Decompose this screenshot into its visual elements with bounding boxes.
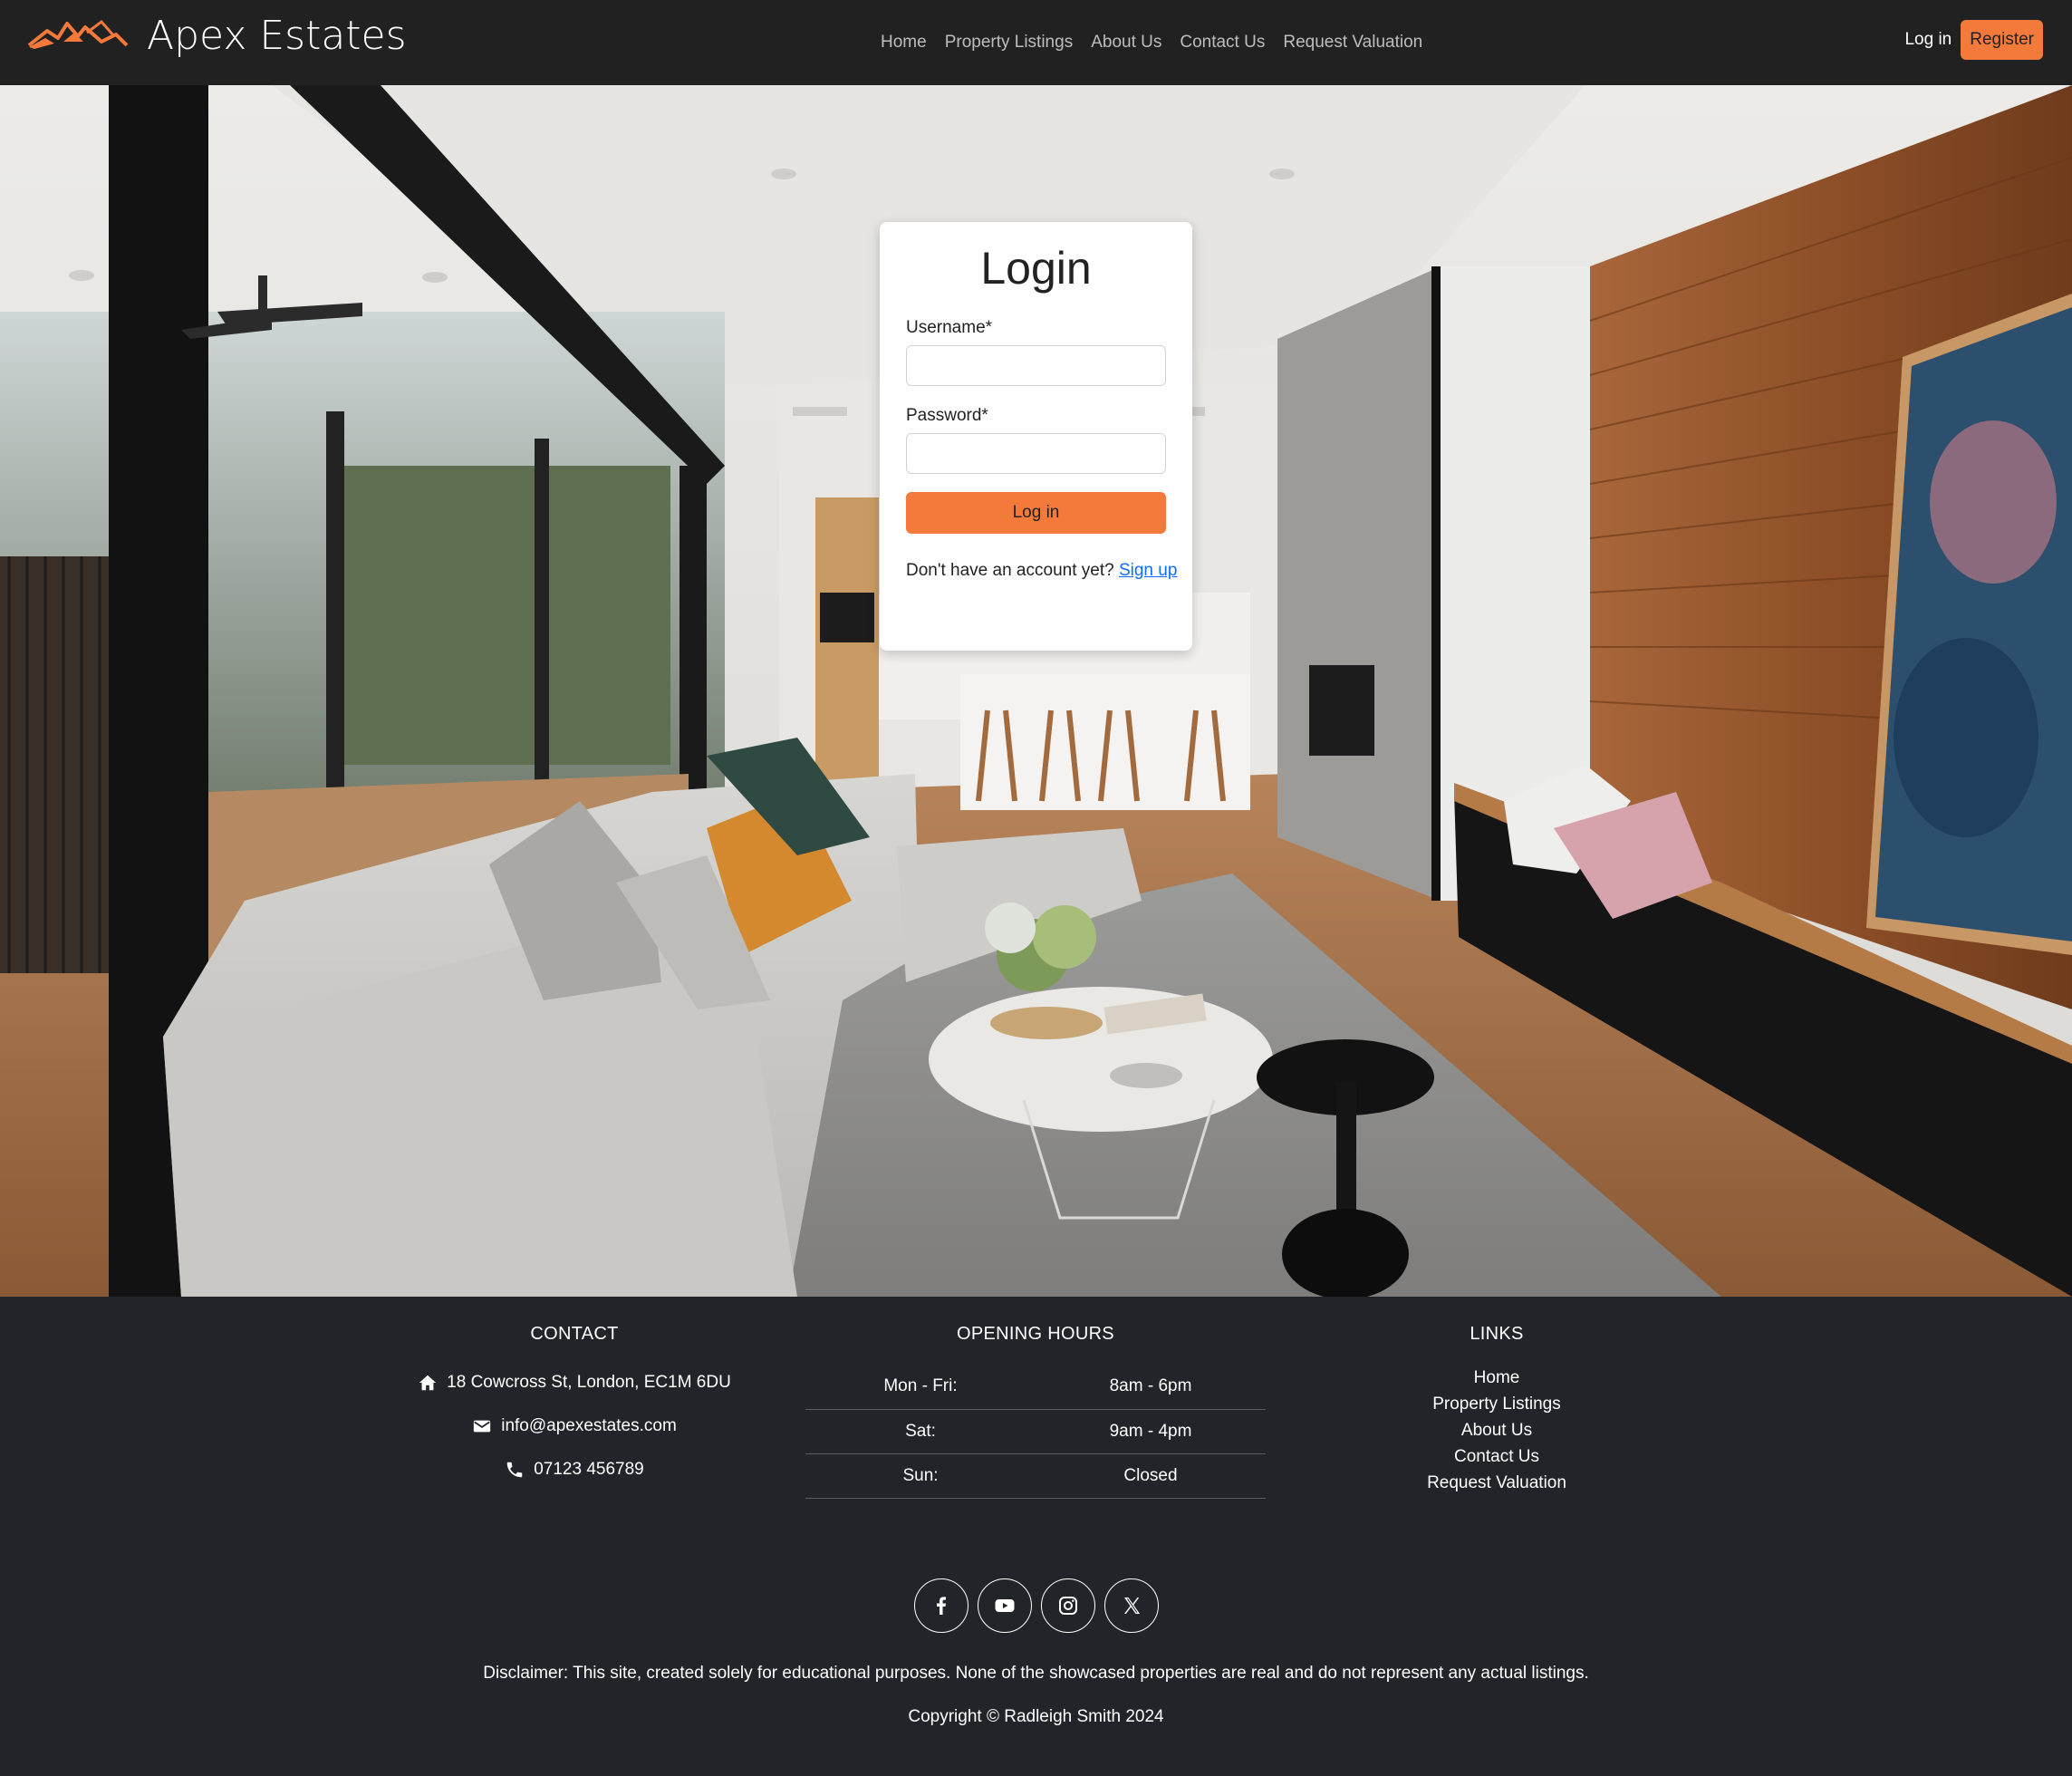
navbar: Apex Estates Home Property Listings Abou…	[0, 0, 2072, 85]
hours-day: Sat:	[805, 1409, 1036, 1454]
contact-address-text: 18 Cowcross St, London, EC1M 6DU	[447, 1373, 731, 1392]
nav-login-link[interactable]: Log in	[1904, 30, 1952, 50]
nav-about-us[interactable]: About Us	[1091, 33, 1161, 53]
nav-request-valuation[interactable]: Request Valuation	[1283, 33, 1422, 53]
password-input[interactable]	[906, 433, 1166, 474]
table-row: Sat: 9am - 4pm	[805, 1409, 1266, 1454]
x-twitter-button[interactable]	[1104, 1578, 1159, 1633]
copyright-text: Copyright © Radleigh Smith 2024	[908, 1707, 1164, 1726]
login-title: Login	[980, 243, 1092, 294]
brand-name: Apex Estates	[147, 13, 407, 59]
hours-time: 9am - 4pm	[1036, 1409, 1266, 1454]
register-button[interactable]: Register	[1961, 20, 2043, 60]
hours-time: Closed	[1036, 1453, 1266, 1499]
facebook-button[interactable]	[914, 1578, 969, 1633]
nav-auth: Log in Register	[1904, 20, 2043, 60]
contact-email-text: info@apexestates.com	[501, 1416, 677, 1435]
youtube-icon	[995, 1599, 1015, 1612]
login-submit-button[interactable]: Log in	[906, 492, 1166, 534]
footer-contact: CONTACT 18 Cowcross St, London, EC1M 6DU…	[393, 1324, 756, 1481]
contact-phone-text: 07123 456789	[534, 1460, 644, 1479]
footer-links-list: Home Property Listings About Us Contact …	[1406, 1365, 1587, 1496]
login-card: Login Username* Password* Log in Don't h…	[880, 222, 1192, 651]
username-label: Username*	[906, 318, 993, 337]
phone-icon	[506, 1462, 523, 1478]
nav-home[interactable]: Home	[881, 33, 927, 53]
instagram-icon	[1059, 1597, 1077, 1615]
contact-phone: 07123 456789	[393, 1459, 756, 1481]
contact-heading: CONTACT	[530, 1324, 619, 1344]
footer-link-contact-us[interactable]: Contact Us	[1406, 1443, 1587, 1470]
hours-heading: OPENING HOURS	[957, 1324, 1114, 1344]
social-links	[914, 1578, 1159, 1633]
nav-contact-us[interactable]: Contact Us	[1180, 33, 1265, 53]
footer-link-request-valuation[interactable]: Request Valuation	[1406, 1470, 1587, 1496]
youtube-button[interactable]	[978, 1578, 1032, 1633]
brand-home-link[interactable]: Apex Estates	[27, 13, 407, 59]
instagram-button[interactable]	[1041, 1578, 1095, 1633]
x-twitter-icon	[1124, 1597, 1140, 1614]
signup-prompt-text: Don't have an account yet?	[906, 561, 1114, 580]
disclaimer-text: Disclaimer: This site, created solely fo…	[483, 1664, 1589, 1683]
footer: CONTACT 18 Cowcross St, London, EC1M 6DU…	[0, 1297, 2072, 1776]
contact-address: 18 Cowcross St, London, EC1M 6DU	[393, 1372, 756, 1394]
footer-link-home[interactable]: Home	[1406, 1365, 1587, 1391]
hours-day: Sun:	[805, 1453, 1036, 1499]
hours-time: 8am - 6pm	[1036, 1365, 1266, 1410]
password-label: Password*	[906, 406, 988, 425]
username-input[interactable]	[906, 345, 1166, 386]
contact-email: info@apexestates.com	[393, 1415, 756, 1437]
envelope-icon	[474, 1420, 491, 1433]
facebook-icon	[937, 1597, 946, 1615]
hours-day: Mon - Fri:	[805, 1365, 1036, 1410]
links-heading: LINKS	[1470, 1324, 1524, 1344]
home-icon	[419, 1375, 437, 1391]
footer-links: LINKS Home Property Listings About Us Co…	[1406, 1324, 1587, 1496]
table-row: Mon - Fri: 8am - 6pm	[805, 1365, 1266, 1410]
footer-link-property-listings[interactable]: Property Listings	[1406, 1391, 1587, 1417]
main-nav: Home Property Listings About Us Contact …	[881, 0, 1422, 85]
table-row: Sun: Closed	[805, 1453, 1266, 1499]
signup-link[interactable]: Sign up	[1119, 561, 1177, 580]
mountain-logo-icon	[27, 19, 129, 49]
footer-link-about-us[interactable]: About Us	[1406, 1417, 1587, 1443]
hours-table: Mon - Fri: 8am - 6pm Sat: 9am - 4pm Sun:…	[805, 1365, 1266, 1499]
signup-prompt: Don't have an account yet? Sign up	[906, 561, 1177, 581]
hero-image: Login Username* Password* Log in Don't h…	[0, 85, 2072, 1297]
footer-opening-hours: OPENING HOURS Mon - Fri: 8am - 6pm Sat: …	[805, 1324, 1266, 1499]
nav-property-listings[interactable]: Property Listings	[945, 33, 1074, 53]
